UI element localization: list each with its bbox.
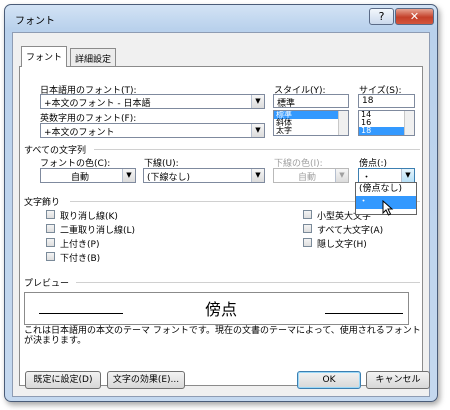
underline-color-dropdown: 自動 ▼ (273, 168, 349, 183)
list-item[interactable]: 太字 (274, 127, 348, 135)
japanese-font-value: +本文のフォント - 日本語 (44, 99, 151, 109)
preview-description: これは日本語用の本文のテーマ フォントです。現在の文書のテーマによって、使用され… (24, 326, 421, 346)
superscript-checkbox[interactable] (46, 238, 55, 247)
chevron-down-icon: ▼ (401, 169, 414, 182)
size-list[interactable]: 14 16 18 (358, 110, 415, 136)
tab-advanced[interactable]: 詳細設定 (70, 48, 117, 66)
underline-value: (下線なし) (147, 173, 191, 183)
text-effects-button[interactable]: 文字の効果(E)... (107, 371, 185, 389)
hidden-label: 隠し文字(H) (317, 240, 367, 250)
section-divider (76, 282, 420, 283)
small-caps-checkbox[interactable] (303, 210, 312, 219)
underline-dropdown[interactable]: (下線なし) ▼ (143, 168, 265, 183)
title-bar: フォント ? ✕ (5, 5, 437, 31)
chevron-down-icon: ▼ (251, 169, 264, 182)
scrollbar[interactable] (338, 111, 348, 135)
preview-section-title: プレビュー (24, 279, 70, 289)
help-button[interactable]: ? (369, 8, 394, 25)
section-divider (94, 149, 420, 150)
cancel-button[interactable]: キャンセル (366, 371, 430, 389)
western-font-dropdown[interactable]: +本文のフォント ▼ (40, 123, 265, 138)
font-color-value: 自動 (71, 173, 90, 183)
japanese-font-dropdown[interactable]: +本文のフォント - 日本語 ▼ (40, 94, 265, 109)
style-value: 標準 (277, 99, 296, 109)
tab-font[interactable]: フォント (21, 46, 68, 67)
subscript-label: 下付き(B) (60, 254, 101, 264)
all-text-section-title: すべての文字列 (24, 146, 87, 156)
style-input[interactable]: 標準 (273, 94, 349, 109)
scrollbar[interactable] (404, 111, 414, 135)
font-tab-panel: 日本語用のフォント(T): +本文のフォント - 日本語 ▼ 英数字用のフォント(… (19, 66, 423, 386)
preview-baseline (325, 313, 403, 314)
preview-baseline (39, 313, 123, 314)
emphasis-dropdown[interactable]: ・ ▼ (358, 168, 415, 183)
size-input[interactable]: 18 (358, 94, 415, 108)
strikethrough-checkbox[interactable] (46, 210, 55, 219)
subscript-checkbox[interactable] (46, 252, 55, 261)
hidden-checkbox[interactable] (303, 238, 312, 247)
superscript-label: 上付き(P) (60, 240, 100, 250)
preview-box: 傍点 (24, 292, 409, 325)
western-font-value: +本文のフォント (44, 128, 115, 138)
preview-sample: 傍点 (205, 300, 238, 319)
dialog-title: フォント (15, 16, 55, 27)
chevron-down-icon: ▼ (335, 169, 348, 182)
chevron-down-icon: ▼ (251, 95, 264, 108)
mouse-cursor-icon (382, 200, 394, 216)
strikethrough-label: 取り消し線(K) (60, 212, 118, 222)
emphasis-option[interactable]: (傍点なし) (356, 183, 416, 196)
double-strikethrough-checkbox[interactable] (46, 224, 55, 233)
chevron-down-icon: ▼ (122, 169, 135, 182)
close-button[interactable]: ✕ (395, 8, 434, 25)
ok-button[interactable]: OK (297, 371, 361, 389)
underline-color-value: 自動 (298, 173, 317, 183)
double-strikethrough-label: 二重取り消し線(L) (60, 226, 136, 236)
style-list[interactable]: 標準 斜体 太字 (273, 110, 349, 136)
all-caps-checkbox[interactable] (303, 224, 312, 233)
chevron-down-icon: ▼ (251, 124, 264, 137)
font-color-dropdown[interactable]: 自動 ▼ (40, 168, 136, 183)
size-value: 18 (362, 96, 374, 106)
effects-section-title: 文字飾り (24, 198, 61, 208)
set-default-button[interactable]: 既定に設定(D) (25, 371, 101, 389)
all-caps-label: すべて大文字(A) (317, 226, 384, 236)
